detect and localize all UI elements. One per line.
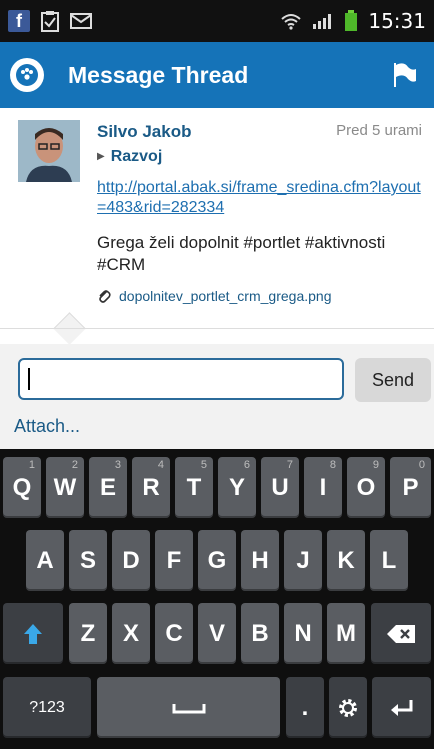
system-icons: 15:31 xyxy=(280,9,426,33)
key-a[interactable]: A xyxy=(26,530,64,591)
key-y[interactable]: 6Y xyxy=(218,457,256,518)
backspace-icon xyxy=(387,624,415,643)
enter-return-icon xyxy=(390,699,412,716)
key-c[interactable]: C xyxy=(155,603,193,664)
settings-gear-icon xyxy=(339,698,357,717)
facebook-icon: f xyxy=(8,10,30,32)
key-w[interactable]: 2W xyxy=(46,457,84,518)
mail-icon xyxy=(70,13,92,29)
send-button[interactable]: Send xyxy=(355,358,431,402)
flag-icon[interactable] xyxy=(390,61,418,89)
key-p[interactable]: 0P xyxy=(390,457,431,518)
status-bar: f 15:31 xyxy=(0,0,434,42)
avatar[interactable] xyxy=(18,120,80,182)
battery-icon xyxy=(345,10,358,31)
key-s[interactable]: S xyxy=(69,530,107,591)
key-l[interactable]: L xyxy=(370,530,408,591)
key-d[interactable]: D xyxy=(112,530,150,591)
key-q[interactable]: 1Q xyxy=(3,457,41,518)
attachment-name: dopolnitev_portlet_crm_grega.png xyxy=(119,288,332,304)
compose-area: Send Attach... xyxy=(0,344,434,449)
post-message: Grega želi dopolnit #portlet #aktivnosti… xyxy=(97,233,386,274)
key-x[interactable]: X xyxy=(112,603,150,664)
key-z[interactable]: Z xyxy=(69,603,107,664)
divider xyxy=(0,328,434,329)
clipboard-check-icon xyxy=(41,11,59,32)
key-n[interactable]: N xyxy=(284,603,322,664)
group-name: Razvoj xyxy=(110,148,163,165)
clock: 15:31 xyxy=(368,9,426,33)
enter-key[interactable] xyxy=(372,677,431,738)
symbols-key[interactable]: ?123 xyxy=(3,677,91,738)
key-b[interactable]: B xyxy=(241,603,279,664)
wifi-icon xyxy=(281,14,302,30)
attach-link[interactable]: Attach... xyxy=(14,416,80,437)
backspace-key[interactable] xyxy=(371,603,431,664)
space-icon xyxy=(172,703,205,713)
key-o[interactable]: 9O xyxy=(347,457,385,518)
key-h[interactable]: H xyxy=(241,530,279,591)
text-cursor xyxy=(28,368,30,390)
notification-icons: f xyxy=(8,10,92,32)
post-link[interactable]: http://portal.abak.si/frame_sredina.cfm?… xyxy=(97,178,427,218)
key-r[interactable]: 4R xyxy=(132,457,170,518)
key-m[interactable]: M xyxy=(327,603,365,664)
settings-key[interactable] xyxy=(329,677,367,738)
message-input[interactable] xyxy=(18,358,344,400)
key-j[interactable]: J xyxy=(284,530,322,591)
key-u[interactable]: 7U xyxy=(261,457,299,518)
key-i[interactable]: 8I xyxy=(304,457,342,518)
group-label[interactable]: ▶ Razvoj xyxy=(97,148,162,166)
message-post: Silvo Jakob Pred 5 urami ▶ Razvoj http://… xyxy=(0,108,434,345)
key-e[interactable]: 3E xyxy=(89,457,127,518)
key-k[interactable]: K xyxy=(327,530,365,591)
key-v[interactable]: V xyxy=(198,603,236,664)
app-bar: Message Thread xyxy=(0,42,434,108)
author-name[interactable]: Silvo Jakob xyxy=(97,122,191,142)
key-t[interactable]: 5T xyxy=(175,457,213,518)
triangle-right-icon: ▶ xyxy=(97,151,105,163)
post-time: Pred 5 urami xyxy=(336,122,422,139)
space-key[interactable] xyxy=(97,677,280,738)
liferay-logo-icon[interactable] xyxy=(10,58,44,92)
attachment-link[interactable]: dopolnitev_portlet_crm_grega.png xyxy=(97,288,331,304)
shift-key[interactable] xyxy=(3,603,63,664)
key-g[interactable]: G xyxy=(198,530,236,591)
paperclip-icon xyxy=(99,290,111,303)
keyboard: 1Q 2W 3E 4R 5T 6Y 7U 8I 9O 0P A S D F G … xyxy=(0,449,434,749)
period-key[interactable]: . xyxy=(286,677,324,738)
signal-icon xyxy=(313,14,332,29)
shift-arrow-icon xyxy=(24,623,42,644)
page-title: Message Thread xyxy=(68,61,249,88)
key-f[interactable]: F xyxy=(155,530,193,591)
